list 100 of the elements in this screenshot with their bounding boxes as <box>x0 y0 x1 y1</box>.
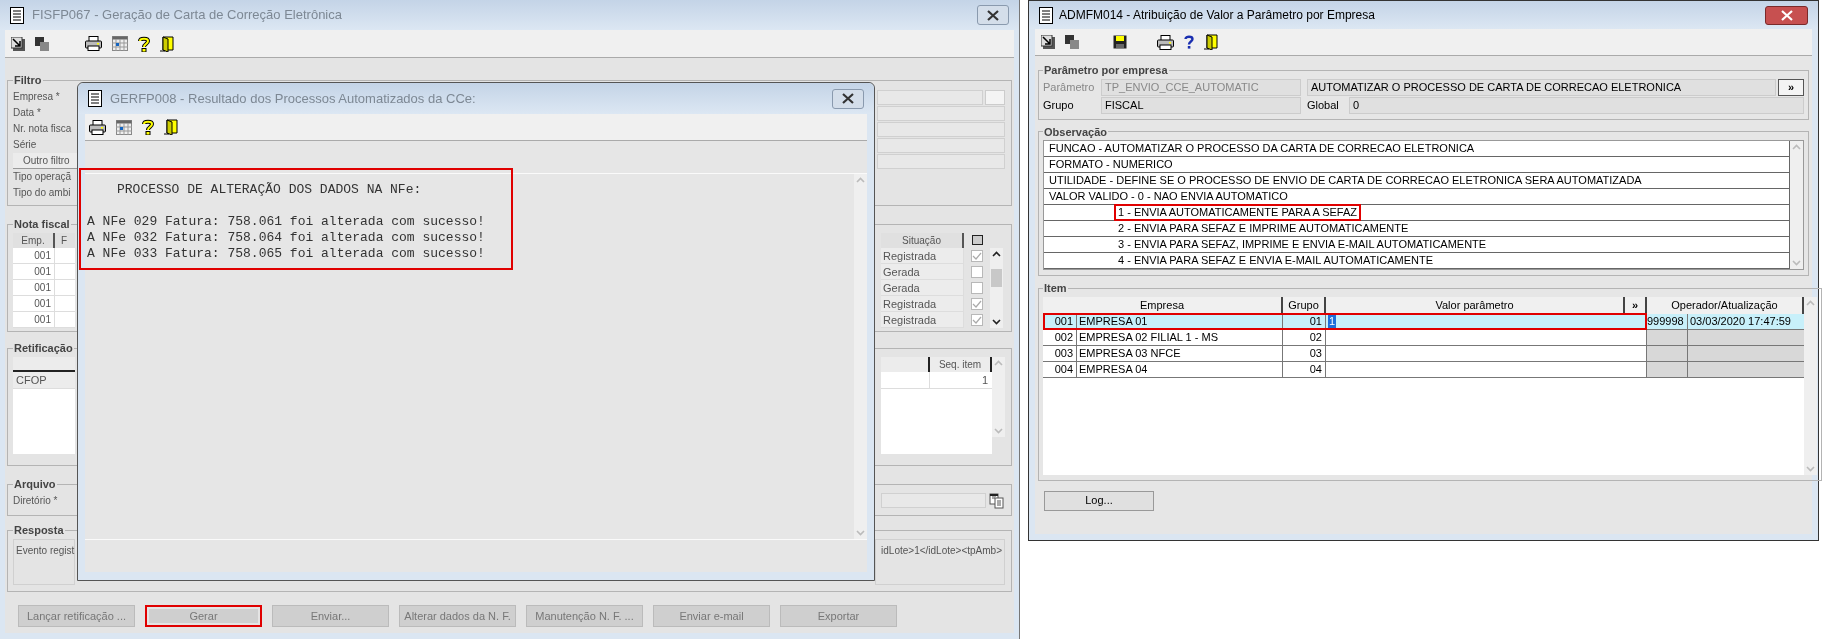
observation-line: UTILIDADE - DEFINE SE O PROCESSO DE ENVIO DE CARTA DE CORRECAO ELETRONICA SERA AUTOMATIZADA <box>1048 173 1643 188</box>
help-icon[interactable] <box>138 35 150 52</box>
close-icon <box>1779 9 1794 21</box>
scroll-up-icon[interactable] <box>992 250 1001 257</box>
result-line: A NFe 029 Fatura: 758.061 foi alterada com sucesso! <box>87 214 486 230</box>
field-label: Tipo do ambi <box>13 185 72 200</box>
table-row[interactable]: 001 EMPRESA 01 01 1 999998 03/03/2020 17:47:59 <box>1043 313 1804 330</box>
window-title: FISFP067 - Geração de Carta de Correção Eletrônica <box>32 6 343 25</box>
windows-icon[interactable] <box>1065 35 1079 49</box>
field-label: Grupo <box>1043 97 1075 113</box>
table-cell: 002 <box>1043 329 1077 345</box>
table-cell: EMPRESA 02 FILIAL 1 - MS <box>1077 329 1283 345</box>
response-text-area[interactable]: Evento regist <box>13 538 75 585</box>
field-label: Diretório * <box>13 494 58 508</box>
observation-line: 4 - ENVIA PARA SEFAZ E ENVIA E-MAIL AUTOMATICAMENTE <box>1117 253 1434 268</box>
document-icon <box>1039 6 1053 24</box>
filter-button[interactable]: Outro filtro <box>13 152 79 169</box>
observation-line: FUNCAO - AUTOMATIZAR O PROCESSO DA CARTA DE CORRECAO ELETRONICA <box>1048 141 1476 156</box>
copy-icon[interactable] <box>989 492 1005 509</box>
close-button[interactable] <box>832 88 864 109</box>
group-title: Nota fiscal <box>13 217 71 232</box>
table-cell: 03 <box>1283 345 1326 361</box>
help-icon[interactable] <box>1184 35 1194 49</box>
table-cell <box>881 371 930 389</box>
observation-line: 2 - ENVIA PARA SEFAZ E IMPRIME AUTOMATICAMENTE <box>1117 221 1410 236</box>
export-icon[interactable] <box>1041 35 1055 49</box>
checkbox[interactable] <box>971 281 983 294</box>
field-label: Tipo operaçã <box>13 169 72 184</box>
save-icon[interactable] <box>1113 35 1127 49</box>
door-icon[interactable] <box>164 119 178 135</box>
checkbox[interactable] <box>971 297 983 310</box>
group-title: Item <box>1043 281 1068 296</box>
lookup-button[interactable] <box>985 89 1005 105</box>
column-header: F <box>55 232 75 248</box>
printer-icon[interactable] <box>89 119 106 135</box>
input-field[interactable] <box>877 137 1005 153</box>
log-button[interactable]: Log... <box>1044 490 1154 511</box>
close-button[interactable] <box>1765 5 1808 25</box>
input-field[interactable] <box>881 493 986 508</box>
close-icon <box>841 93 855 104</box>
table-cell: EMPRESA 04 <box>1077 361 1283 377</box>
table-cell: 02 <box>1283 329 1326 345</box>
result-line: A NFe 033 Fatura: 758.065 foi alterada com sucesso! <box>87 246 486 262</box>
column-header <box>13 356 75 372</box>
observation-line: VALOR VALIDO - 0 - NAO ENVIA AUTOMATICO <box>1048 189 1289 204</box>
group-title: Arquivo <box>13 477 57 492</box>
close-icon <box>986 9 1000 21</box>
more-button[interactable]: » <box>1778 78 1804 96</box>
input-field[interactable]: AUTOMATIZAR O PROCESSO DE CARTA DE CORRECAO ELETRONICA <box>1307 78 1776 96</box>
field-label: Nr. nota fisca <box>13 121 73 136</box>
input-field[interactable]: FISCAL <box>1101 96 1301 114</box>
observation-line: FORMATO - NUMERICO <box>1048 157 1174 172</box>
more-button[interactable]: » <box>1625 296 1647 314</box>
table-cell: EMPRESA 03 NFCE <box>1077 345 1283 361</box>
help-icon[interactable] <box>142 119 154 135</box>
field-label: Empresa * <box>13 89 61 104</box>
column-header: Valor parâmetro <box>1326 296 1625 314</box>
column-header: Grupo <box>1283 296 1326 314</box>
checkbox[interactable] <box>971 313 983 326</box>
group-title: Observação <box>1043 124 1108 140</box>
observation-line: 3 - ENVIA PARA SEFAZ, IMPRIME E ENVIA E-MAIL AUTOMATICAMENTE <box>1117 237 1488 252</box>
table-cell: 004 <box>1043 361 1077 377</box>
door-icon[interactable] <box>160 35 174 52</box>
document-icon <box>88 90 102 107</box>
export-icon[interactable] <box>11 36 25 51</box>
column-header: Emp. <box>13 232 55 248</box>
grid-icon[interactable] <box>112 36 128 51</box>
response-text-area[interactable]: idLote>1</idLote><tpAmb> <box>875 538 1005 585</box>
input-field[interactable] <box>877 89 983 105</box>
result-heading: PROCESSO DE ALTERAÇÃO DOS DADOS NA NFe: <box>116 182 423 198</box>
field-label: Global <box>1307 97 1340 113</box>
result-line: A NFe 032 Fatura: 758.064 foi alterada com sucesso! <box>87 230 486 246</box>
checkbox[interactable] <box>971 249 983 262</box>
windows-icon[interactable] <box>35 36 49 51</box>
column-header: Situação <box>881 232 964 248</box>
input-field[interactable] <box>877 105 1005 121</box>
table-cell: 001 <box>13 247 55 263</box>
window-title: ADMFM014 - Atribuição de Valor a Parâmetro por Empresa <box>1059 7 1376 24</box>
window-title: GERFP008 - Resultado dos Processos Automatizados da CCe: <box>110 89 477 108</box>
group-title: Retificação <box>13 341 74 356</box>
door-icon[interactable] <box>1204 34 1218 50</box>
table-cell: 04 <box>1283 361 1326 377</box>
table-cell: 999998 <box>1647 313 1688 329</box>
scroll-down-icon[interactable] <box>992 318 1001 325</box>
table-cell: 001 <box>13 295 55 311</box>
input-field[interactable] <box>877 121 1005 137</box>
input-field[interactable]: 0 <box>1349 96 1804 114</box>
table-cell[interactable]: 1 <box>1328 314 1337 328</box>
close-button[interactable] <box>977 5 1009 25</box>
printer-icon[interactable] <box>1157 34 1174 50</box>
checkbox[interactable] <box>971 265 983 278</box>
input-field[interactable] <box>877 153 1005 169</box>
scrollbar[interactable] <box>990 247 1003 328</box>
printer-icon[interactable] <box>85 36 102 51</box>
column-header <box>881 356 930 372</box>
table-cell: 001 <box>13 311 55 327</box>
table-cell: 001 <box>13 263 55 279</box>
header-icon[interactable] <box>971 235 983 245</box>
grid-icon[interactable] <box>116 119 132 135</box>
scroll-thumb[interactable] <box>991 268 1002 287</box>
